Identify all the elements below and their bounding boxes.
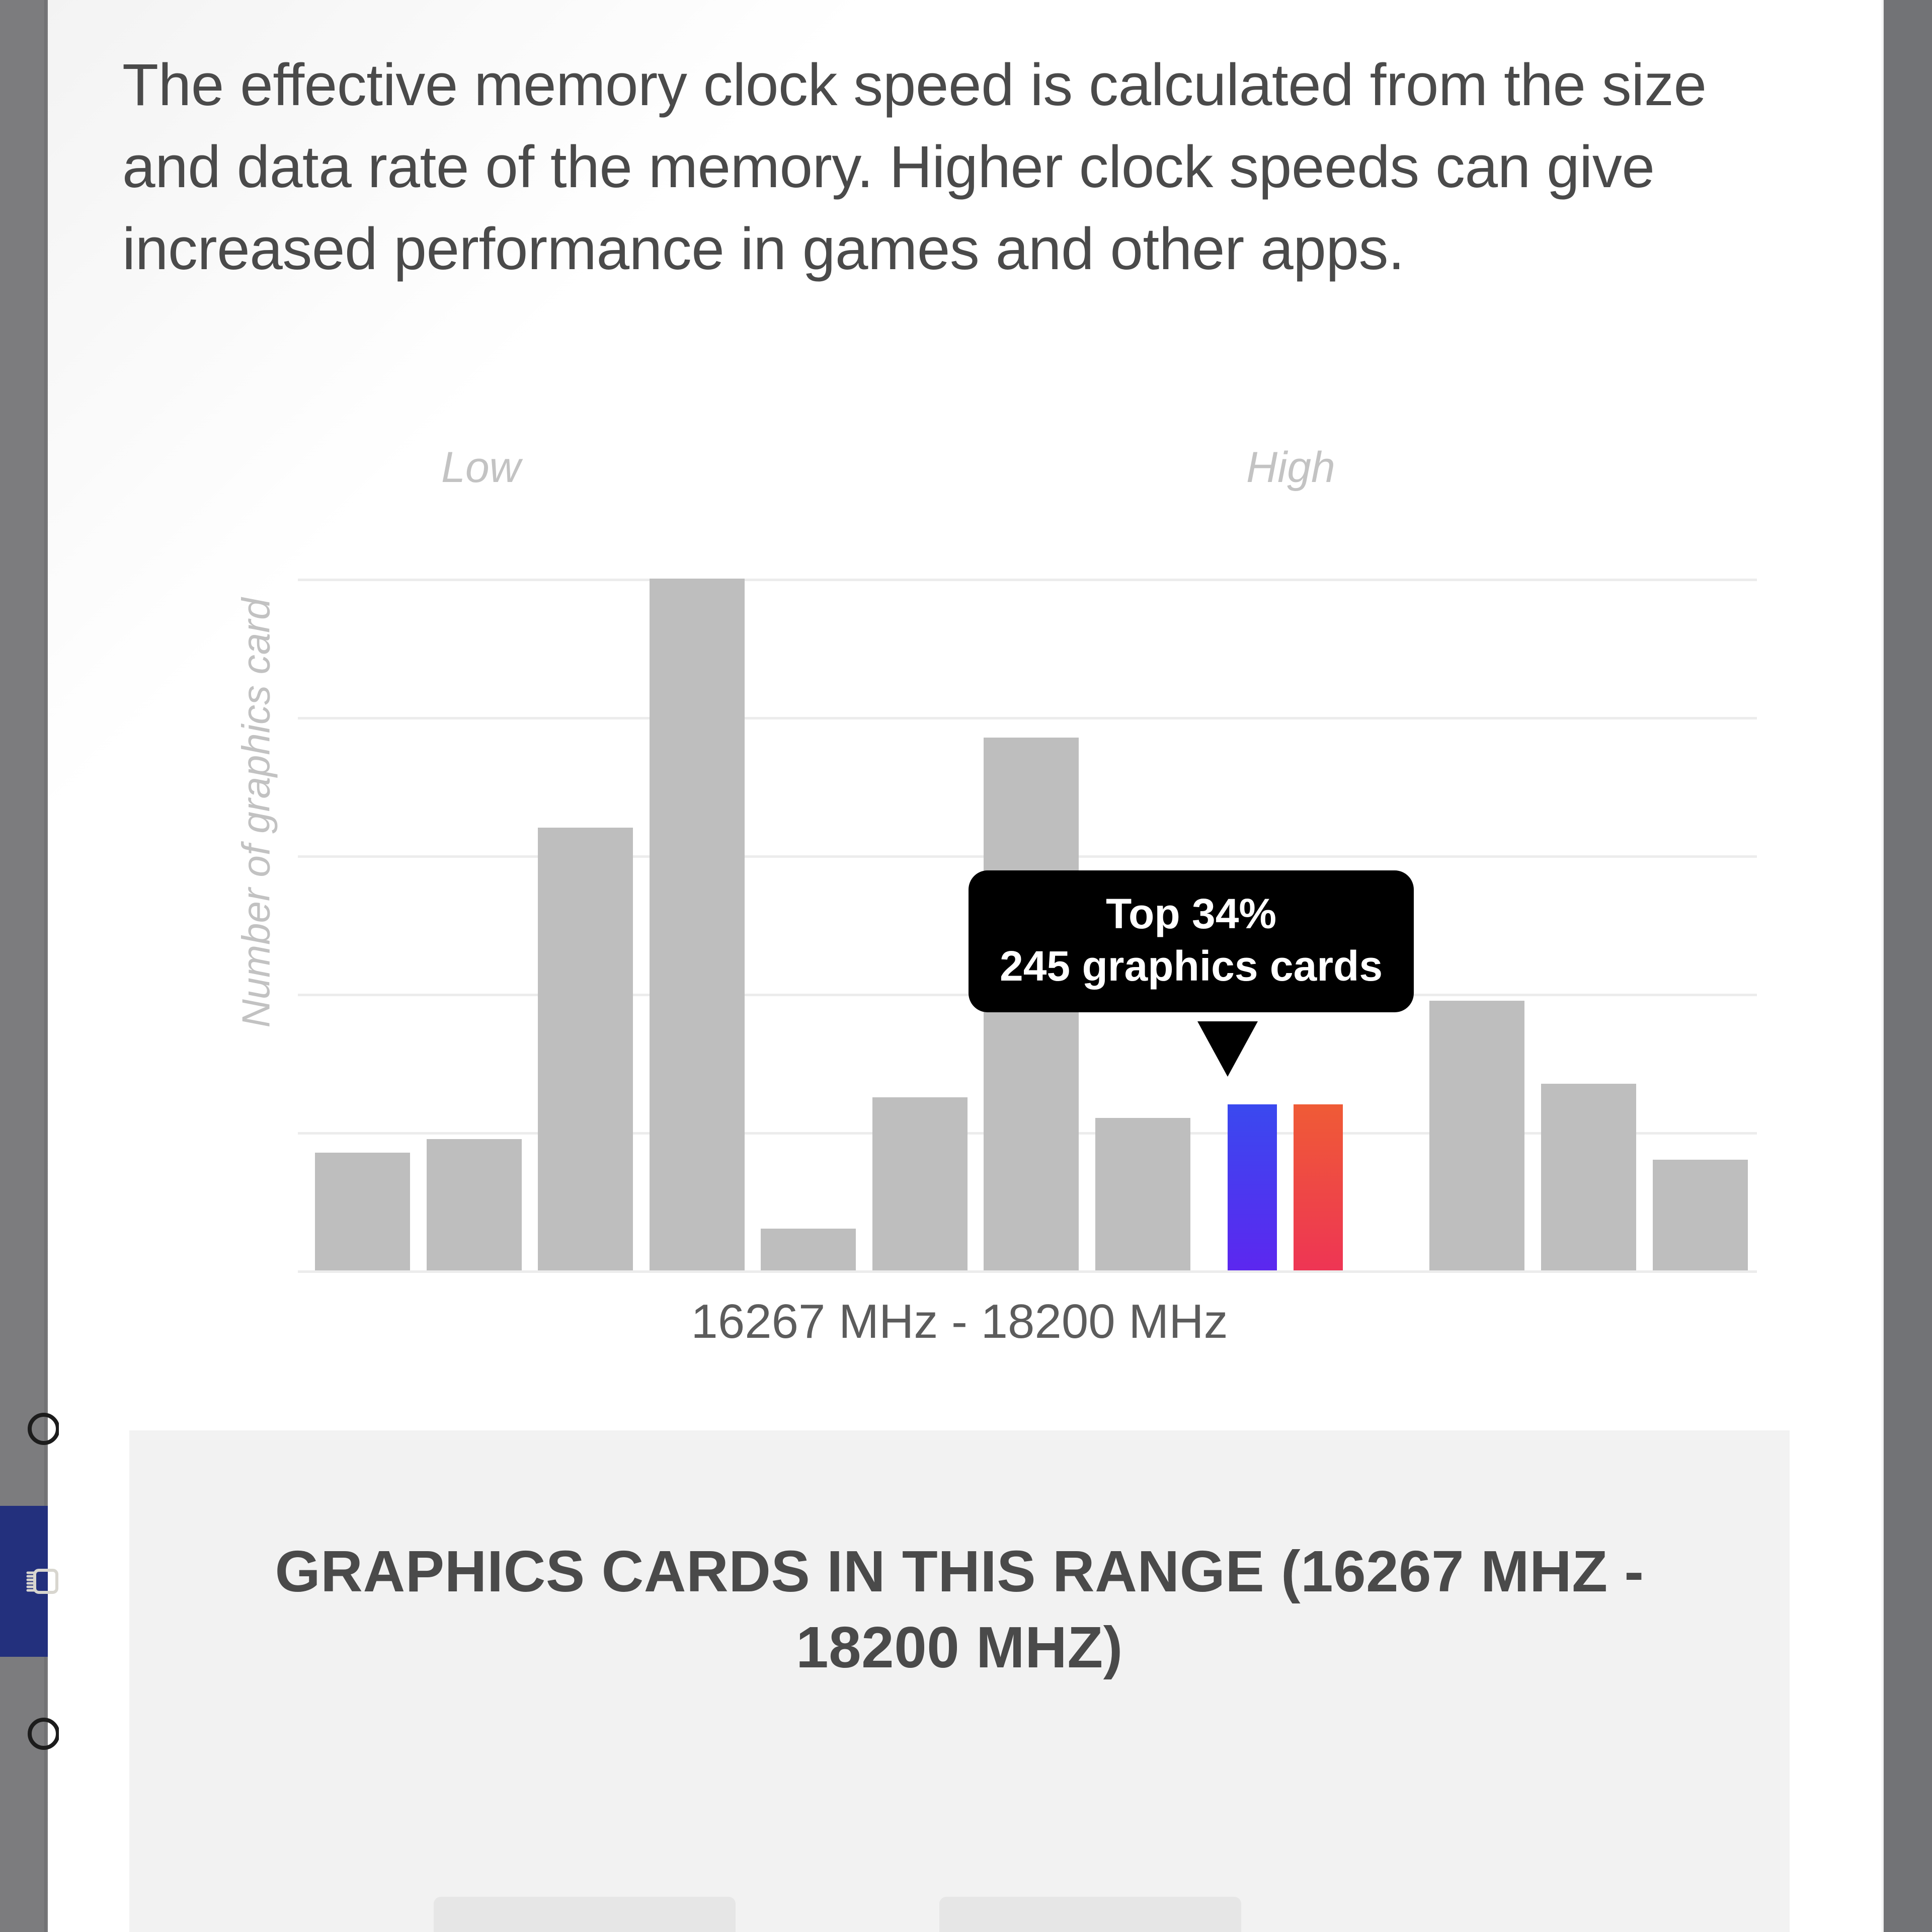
chart-bar-highlighted[interactable] [1228,1104,1277,1270]
chart-bar[interactable] [315,1153,410,1270]
circle-outline-icon [20,1714,59,1753]
y-axis-label: Number of graphics card [233,598,278,1028]
sidebar-item-2[interactable] [0,1658,59,1809]
gridline [298,1270,1757,1273]
right-sidebar-rail [1884,0,1932,1932]
card-placeholder[interactable] [434,1897,736,1932]
distribution-chart: Low High Number of graphics card 16267 M… [129,443,1790,1348]
chart-bar[interactable] [761,1229,856,1270]
chart-bar[interactable] [1095,1118,1190,1270]
chart-bar[interactable] [1429,1001,1524,1270]
circle-outline-icon [20,1409,59,1448]
cpu-chip-icon [20,1562,59,1601]
tooltip-arrow-icon [1197,1021,1258,1077]
scale-label-low: Low [441,443,521,492]
chart-bar[interactable] [538,828,633,1270]
chart-bar[interactable] [1541,1084,1636,1270]
screen-root: The effective memory clock speed is calc… [0,0,1932,1932]
chart-bar-highlighted[interactable] [1294,1104,1343,1270]
chart-bar[interactable] [427,1139,522,1270]
intro-paragraph: The effective memory clock speed is calc… [122,52,1707,282]
chart-bar[interactable] [650,579,745,1270]
sidebar-item-1-graphics-card[interactable] [0,1506,58,1657]
chart-tooltip: Top 34% 245 graphics cards [969,870,1414,1013]
x-axis-range-label: 16267 MHz - 18200 MHz [691,1295,1228,1348]
tooltip-count: 245 graphics cards [1000,942,1383,990]
card-placeholder[interactable] [939,1897,1241,1932]
panel-title: GRAPHICS CARDS IN THIS RANGE (16267 MHZ … [275,1539,1644,1680]
chart-bar[interactable] [1653,1160,1748,1270]
graphics-cards-panel: GRAPHICS CARDS IN THIS RANGE (16267 MHZ … [129,1430,1790,1932]
chart-bar[interactable] [872,1097,968,1270]
sidebar-item-0[interactable] [0,1353,59,1504]
tooltip-percentile: Top 34% [1105,890,1277,937]
scale-label-high: High [1246,443,1335,492]
